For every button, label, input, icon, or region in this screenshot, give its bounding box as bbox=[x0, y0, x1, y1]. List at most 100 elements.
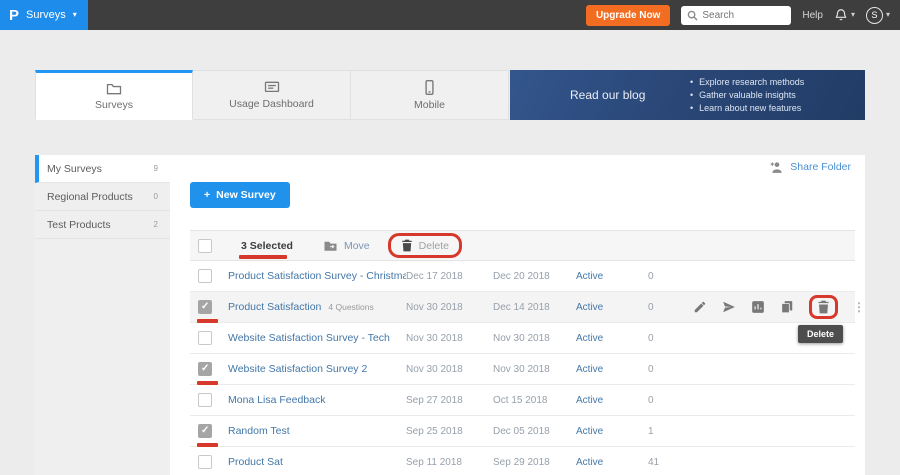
upgrade-button[interactable]: Upgrade Now bbox=[586, 5, 670, 26]
folder-count: 0 bbox=[154, 192, 158, 201]
end-date: Nov 30 2018 bbox=[493, 333, 576, 344]
row-check-cell bbox=[198, 362, 228, 376]
tab-label: Mobile bbox=[414, 99, 445, 111]
move-button[interactable]: Move bbox=[323, 240, 370, 252]
responses-count: 0 bbox=[648, 271, 693, 282]
status-link[interactable]: Active bbox=[576, 457, 648, 468]
row-check-cell bbox=[198, 393, 228, 407]
status-link[interactable]: Active bbox=[576, 333, 648, 344]
avatar: S bbox=[866, 7, 883, 24]
start-date: Sep 11 2018 bbox=[406, 457, 493, 468]
survey-link[interactable]: Product Sat bbox=[228, 456, 283, 468]
help-link[interactable]: Help bbox=[802, 10, 823, 21]
start-date: Nov 30 2018 bbox=[406, 333, 493, 344]
table-row: Random Test Sep 25 2018 Dec 05 2018 Acti… bbox=[190, 416, 855, 447]
folder-label: Regional Products bbox=[47, 191, 133, 203]
analytics-icon[interactable] bbox=[751, 300, 765, 314]
selected-count-text: 3 Selected bbox=[241, 240, 293, 252]
row-checkbox[interactable] bbox=[198, 424, 212, 438]
survey-link[interactable]: Mona Lisa Feedback bbox=[228, 394, 325, 406]
person-add-icon bbox=[770, 161, 784, 173]
row-checkbox[interactable] bbox=[198, 331, 212, 345]
bulk-actions-toolbar: 3 Selected Move Delete bbox=[190, 230, 855, 261]
end-date: Dec 05 2018 bbox=[493, 426, 576, 437]
table-row: Website Satisfaction Survey - Tech Nov 3… bbox=[190, 323, 855, 354]
tab-surveys[interactable]: Surveys bbox=[35, 70, 193, 120]
bell-icon bbox=[834, 8, 848, 22]
delete-icon[interactable] bbox=[817, 300, 830, 314]
edit-icon[interactable] bbox=[693, 300, 707, 314]
sidebar-item-my-surveys[interactable]: My Surveys 9 bbox=[35, 155, 170, 183]
app-window: P Surveys ▾ Upgrade Now Help ▾ S ▾ Surve bbox=[0, 0, 900, 475]
tab-label: Usage Dashboard bbox=[229, 98, 314, 110]
copy-icon[interactable] bbox=[780, 300, 794, 314]
account-menu[interactable]: S ▾ bbox=[866, 7, 890, 24]
table-row: Product Satisfaction 4 Questions Nov 30 … bbox=[190, 292, 855, 323]
folder-icon bbox=[106, 82, 122, 95]
status-link[interactable]: Active bbox=[576, 364, 648, 375]
delete-tooltip: Delete bbox=[798, 325, 843, 343]
survey-link[interactable]: Website Satisfaction Survey 2 bbox=[228, 363, 367, 375]
row-check-cell bbox=[198, 269, 228, 283]
banner-bullet: Explore research methods bbox=[690, 76, 804, 89]
status-link[interactable]: Active bbox=[576, 395, 648, 406]
row-name-cell: Mona Lisa Feedback bbox=[228, 394, 406, 406]
folder-count: 2 bbox=[154, 220, 158, 229]
banner-bullet: Learn about new features bbox=[690, 102, 804, 115]
chevron-down-icon: ▾ bbox=[73, 11, 77, 19]
row-name-cell: Website Satisfaction Survey 2 bbox=[228, 363, 406, 375]
annotation-highlight-delete: Delete bbox=[388, 233, 462, 258]
row-check-cell bbox=[198, 424, 228, 438]
banner-bullet-list: Explore research methods Gather valuable… bbox=[690, 76, 804, 115]
search-icon bbox=[687, 10, 698, 21]
top-header: P Surveys ▾ Upgrade Now Help ▾ S ▾ bbox=[0, 0, 900, 30]
survey-link[interactable]: Product Satisfaction Survey - Christmas … bbox=[228, 270, 406, 282]
row-name-cell: Product Satisfaction Survey - Christmas … bbox=[228, 270, 406, 282]
end-date: Dec 14 2018 bbox=[493, 302, 576, 313]
send-icon[interactable] bbox=[722, 300, 736, 314]
status-link[interactable]: Active bbox=[576, 271, 648, 282]
search-input[interactable] bbox=[702, 10, 785, 21]
surveys-table: 3 Selected Move Delete bbox=[190, 230, 855, 475]
more-options-icon[interactable]: ⋮ bbox=[853, 300, 865, 314]
search-box[interactable] bbox=[681, 6, 791, 25]
select-all-checkbox[interactable] bbox=[198, 239, 212, 253]
status-link[interactable]: Active bbox=[576, 426, 648, 437]
chevron-down-icon: ▾ bbox=[851, 11, 855, 19]
responses-count: 0 bbox=[648, 302, 693, 313]
row-checkbox[interactable] bbox=[198, 455, 212, 469]
dashboard-icon bbox=[264, 81, 280, 94]
end-date: Nov 30 2018 bbox=[493, 364, 576, 375]
share-folder-link[interactable]: Share Folder bbox=[770, 161, 851, 173]
move-label: Move bbox=[344, 240, 370, 252]
content-panel: My Surveys 9 Regional Products 0 Test Pr… bbox=[35, 155, 865, 475]
start-date: Dec 17 2018 bbox=[406, 271, 493, 282]
delete-button[interactable]: Delete bbox=[401, 239, 449, 252]
status-link[interactable]: Active bbox=[576, 302, 648, 313]
notifications-menu[interactable]: ▾ bbox=[834, 8, 855, 22]
product-switcher[interactable]: P Surveys ▾ bbox=[0, 0, 88, 30]
brand-logo: P bbox=[9, 8, 19, 23]
tab-usage-dashboard[interactable]: Usage Dashboard bbox=[193, 70, 351, 120]
row-checkbox[interactable] bbox=[198, 362, 212, 376]
row-name-cell: Product Sat bbox=[228, 456, 406, 468]
selected-count-label: 3 Selected bbox=[241, 240, 293, 252]
row-checkbox[interactable] bbox=[198, 393, 212, 407]
start-date: Nov 30 2018 bbox=[406, 364, 493, 375]
responses-count: 0 bbox=[648, 364, 693, 375]
sidebar-item-test-products[interactable]: Test Products 2 bbox=[35, 211, 170, 239]
trash-icon bbox=[401, 239, 413, 252]
sidebar-item-regional-products[interactable]: Regional Products 0 bbox=[35, 183, 170, 211]
tab-mobile[interactable]: Mobile bbox=[351, 70, 509, 120]
survey-link[interactable]: Random Test bbox=[228, 425, 290, 437]
blog-promo-banner[interactable]: Read our blog Explore research methods G… bbox=[510, 70, 865, 120]
row-name-cell: Website Satisfaction Survey - Tech bbox=[228, 332, 406, 344]
survey-link[interactable]: Product Satisfaction bbox=[228, 301, 321, 313]
question-count-label: 4 Questions bbox=[328, 302, 373, 312]
row-checkbox[interactable] bbox=[198, 269, 212, 283]
row-checkbox[interactable] bbox=[198, 300, 212, 314]
survey-link[interactable]: Website Satisfaction Survey - Tech bbox=[228, 332, 390, 344]
row-check-cell bbox=[198, 331, 228, 345]
new-survey-button[interactable]: + New Survey bbox=[190, 182, 290, 208]
plus-icon: + bbox=[204, 189, 210, 201]
